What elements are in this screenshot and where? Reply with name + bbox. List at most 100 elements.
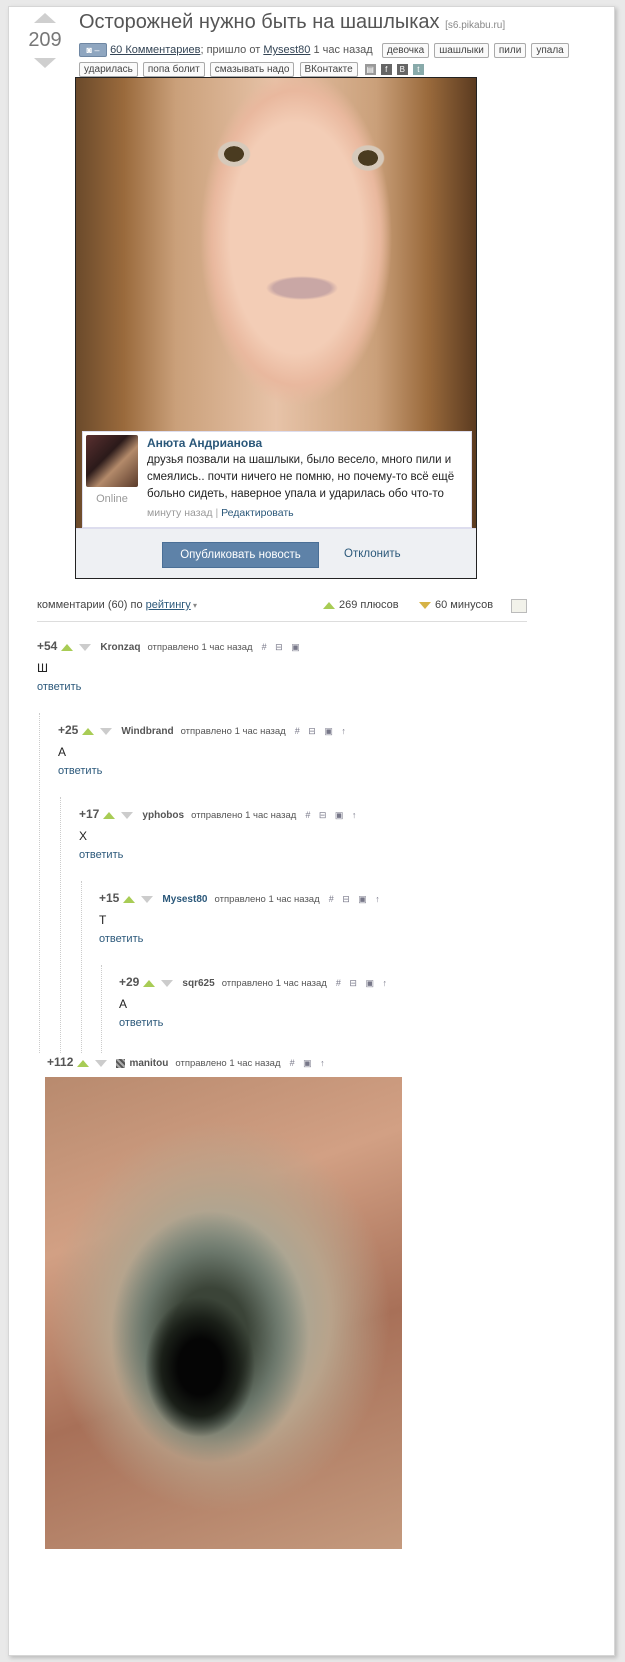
comments-sort-bar: комментарии (60) по рейтингу ▾ 269 плюсо… [37,599,527,622]
comment-upvote-icon[interactable] [143,979,156,987]
tag[interactable]: ударилась [79,62,138,77]
edit-link[interactable]: Редактировать [221,507,294,519]
thread-line [60,797,61,1053]
comment: +25 Windbrand отправлено 1 час назад # ⊟… [58,723,349,777]
comment-author[interactable]: yphobos [142,810,184,821]
subscribe-icon[interactable] [511,599,527,613]
tag[interactable]: попа болит [142,62,205,77]
comments-link[interactable]: 60 Комментариев [110,44,200,56]
comment-text: А [58,745,67,759]
upvote-icon[interactable] [34,13,56,23]
comment-upvote-icon[interactable] [82,727,95,735]
comment-author[interactable]: manitou [129,1058,168,1069]
comment-time: отправлено 1 час назад [191,810,297,821]
comment-upvote-icon[interactable] [123,895,136,903]
comment-downvote-icon[interactable] [141,895,154,903]
comment-text: Ш [37,661,48,675]
reply-link[interactable]: ответить [99,933,383,945]
comment-time: отправлено 1 час назад [147,642,253,653]
comment-score: +54 [37,639,58,653]
comment-upvote-icon[interactable] [61,643,74,651]
post-title[interactable]: Осторожней нужно быть на шашлыках [79,11,440,33]
reply-link[interactable]: ответить [58,765,349,777]
comment: +29 sqr625 отправлено 1 час назад # ⊟ ▣ … [119,975,390,1029]
minus-count: 60 минусов [419,599,493,611]
facebook-icon[interactable]: f [380,63,392,75]
post-author-link[interactable]: Mysest80 [263,44,310,56]
post-image: Online Анюта Андрианова друзья позвали н… [75,77,477,579]
comment-action-icons[interactable]: # ⊟ ▣ ↑ [295,726,349,736]
twitter-icon[interactable]: t [412,63,424,75]
comment-text: Т [99,913,107,927]
comment-score: +25 [58,723,79,737]
plus-count: 269 плюсов [323,599,399,611]
comment-header: +112 manitou отправлено 1 час назад # ▣ … [47,1055,328,1071]
comment-score: +15 [99,891,120,905]
plus-count-label: 269 плюсов [339,599,399,611]
camera-icon: ◙ – [79,43,107,58]
plus-icon [323,601,335,609]
vk-icon[interactable]: B [396,63,408,75]
thread-line [39,713,40,1053]
vk-action-bar: Опубликовать новость Отклонить [76,528,476,578]
comment-header: +54 Kronzaq отправлено 1 час назад # ⊟ ▣ [37,639,303,655]
comment: +112 manitou отправлено 1 час назад # ▣ … [47,1055,328,1071]
comment-time: отправлено 1 час назад [221,978,327,989]
vk-user-name[interactable]: Анюта Андрианова [147,436,262,450]
comment-author[interactable]: Windbrand [121,726,173,737]
comment-score: +17 [79,807,100,821]
tag[interactable]: пили [493,43,527,58]
comment-author[interactable]: sqr625 [182,978,214,989]
save-icon[interactable]: ▤ [364,63,376,75]
comment-score: +112 [47,1055,74,1069]
comment-header: +17 yphobos отправлено 1 час назад # ⊟ ▣… [79,807,359,823]
sort-dropdown[interactable]: рейтингу [146,599,191,611]
post-time: 1 час назад [313,44,373,56]
comment-time: отправлено 1 час назад [175,1058,281,1069]
comment-upvote-icon[interactable] [77,1059,90,1067]
tag[interactable]: шашлыки [434,43,489,58]
vk-status-time: минуту назад [147,507,213,519]
minus-icon [419,601,431,609]
comment-time: отправлено 1 час назад [180,726,286,737]
avatar[interactable] [86,435,138,487]
comment-downvote-icon[interactable] [100,727,113,735]
chevron-down-icon[interactable]: ▾ [191,601,197,610]
comment-header: +15 Mysest80 отправлено 1 час назад # ⊟ … [99,891,383,907]
reply-link[interactable]: ответить [119,1017,390,1029]
comment-author[interactable]: Mysest80 [162,894,207,905]
comment-action-icons[interactable]: # ⊟ ▣ ↑ [329,894,383,904]
comments-count-label: комментарии (60) по [37,599,143,611]
comment-action-icons[interactable]: # ⊟ ▣ ↑ [305,810,359,820]
downvote-icon[interactable] [34,58,56,68]
comment-score: +29 [119,975,140,989]
comment-action-icons[interactable]: # ⊟ ▣ ↑ [336,978,390,988]
comment-downvote-icon[interactable] [121,811,134,819]
post-domain: [s6.pikabu.ru] [445,20,506,31]
thread-line [101,965,102,1053]
comment-upvote-icon[interactable] [103,811,116,819]
comment-downvote-icon[interactable] [79,643,92,651]
tag[interactable]: упала [531,43,569,58]
reply-link[interactable]: ответить [37,681,303,693]
publish-button[interactable]: Опубликовать новость [162,542,319,568]
comment: +17 yphobos отправлено 1 час назад # ⊟ ▣… [79,807,359,861]
comment-downvote-icon[interactable] [95,1059,108,1067]
tag[interactable]: смазывать надо [209,62,295,77]
post-title-row: Осторожней нужно быть на шашлыках [s6.pi… [79,11,505,34]
comment: +54 Kronzaq отправлено 1 час назад # ⊟ ▣… [37,639,303,693]
comment-action-icons[interactable]: # ▣ ↑ [290,1058,328,1068]
comment-downvote-icon[interactable] [161,979,174,987]
comment-action-icons[interactable]: # ⊟ ▣ [262,642,303,652]
reject-link[interactable]: Отклонить [344,542,401,566]
reply-link[interactable]: ответить [79,849,359,861]
from-prefix: ; пришло от [200,44,261,56]
tag[interactable]: ВКонтакте [299,62,358,77]
comment-author[interactable]: Kronzaq [100,642,140,653]
post-meta: ◙ – 60 Комментариев; пришло от Mysest80 … [79,41,609,79]
tag[interactable]: девочка [381,43,430,58]
comment: +15 Mysest80 отправлено 1 час назад # ⊟ … [99,891,383,945]
comment-text: А [119,997,128,1011]
online-status: Online [96,493,128,505]
page: 209 Осторожней нужно быть на шашлыках [s… [8,6,615,1656]
